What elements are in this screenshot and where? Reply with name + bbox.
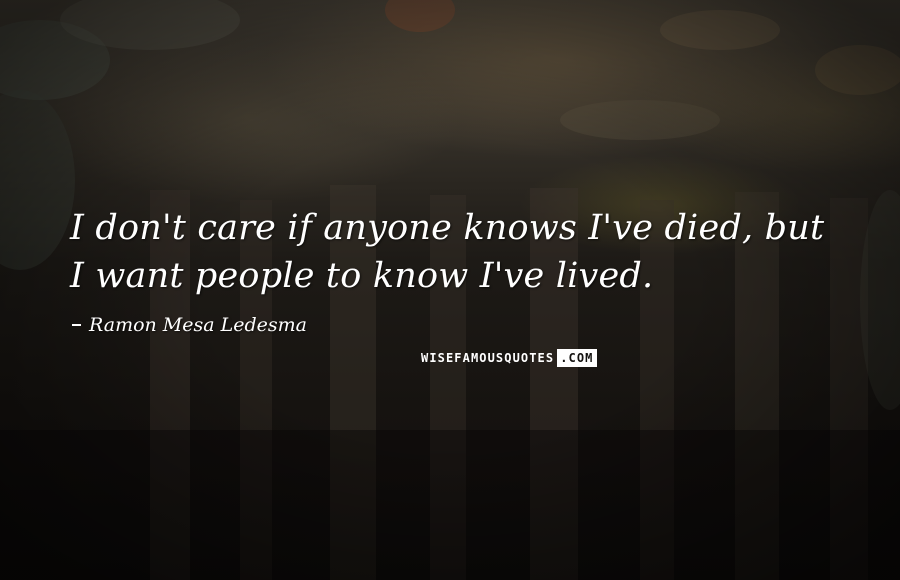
watermark-tld: .COM	[557, 349, 597, 367]
watermark-logo: WISEFAMOUSQUOTES .COM	[421, 349, 597, 367]
dash-icon	[72, 324, 81, 326]
author-name: Ramon Mesa Ledesma	[89, 314, 307, 336]
quote-line-2: I want people to know I've lived.	[70, 256, 654, 296]
author-attribution: Ramon Mesa Ledesma	[72, 314, 307, 336]
quote-line-1: I don't care if anyone knows I've died, …	[70, 208, 825, 248]
watermark-main: WISEFAMOUSQUOTES	[421, 351, 555, 365]
quote-text: I don't care if anyone knows I've died, …	[70, 204, 870, 300]
quote-image: I don't care if anyone knows I've died, …	[0, 0, 900, 580]
